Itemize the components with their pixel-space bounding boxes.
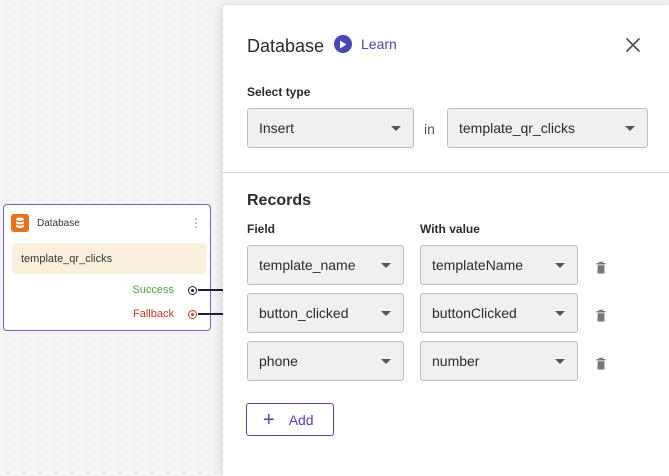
record-value-value: buttonClicked [432,305,517,321]
learn-label: Learn [361,36,397,52]
record-field-select[interactable]: phone [247,341,404,381]
chevron-down-icon [555,311,565,316]
trash-icon[interactable] [594,357,608,371]
node-header: Database ⋮ [11,213,202,233]
chevron-down-icon [391,126,401,131]
record-value-select[interactable]: buttonClicked [420,293,578,333]
success-output-label: Success [132,284,174,296]
chevron-down-icon [555,263,565,268]
record-value-select[interactable]: number [420,341,578,381]
field-header: Field [247,222,276,236]
learn-link[interactable]: Learn [334,35,397,53]
success-port[interactable] [188,286,197,295]
section-divider [223,172,669,173]
record-field-value: template_name [259,257,356,273]
chevron-down-icon [555,359,565,364]
more-vertical-icon[interactable]: ⋮ [190,217,202,229]
play-icon [334,35,352,53]
add-record-label: Add [288,411,314,428]
table-select[interactable]: template_qr_clicks [447,108,648,148]
chevron-down-icon [381,263,391,268]
plus-icon: + [263,408,275,431]
record-field-select[interactable]: button_clicked [247,293,404,333]
record-value-value: number [432,353,480,369]
records-title: Records [247,192,312,209]
close-icon[interactable] [624,36,642,54]
database-icon [11,214,29,232]
panel-title: Database [247,36,325,56]
fallback-connection [198,313,224,315]
record-field-select[interactable]: template_name [247,245,404,285]
record-value-value: templateName [432,257,524,273]
node-table-chip: template_qr_clicks [12,243,206,274]
node-title: Database [37,217,80,229]
success-connection [198,289,224,291]
database-node[interactable]: Database ⋮ template_qr_clicks Success Fa… [3,204,211,331]
chevron-down-icon [625,126,635,131]
type-select[interactable]: Insert [247,108,414,148]
chevron-down-icon [381,311,391,316]
table-select-value: template_qr_clicks [459,120,575,136]
trash-icon[interactable] [594,261,608,275]
trash-icon[interactable] [594,309,608,323]
chevron-down-icon [381,359,391,364]
value-header: With value [420,222,480,236]
record-field-value: phone [259,353,298,369]
database-settings-panel: Database Learn Select type Insert in tem… [223,5,669,476]
fallback-output-label: Fallback [133,308,174,320]
add-record-button[interactable]: + Add [246,403,334,436]
record-value-select[interactable]: templateName [420,245,578,285]
fallback-port[interactable] [188,310,197,319]
in-label: in [424,121,435,137]
record-field-value: button_clicked [259,305,349,321]
type-select-value: Insert [259,120,295,136]
select-type-label: Select type [247,85,311,99]
